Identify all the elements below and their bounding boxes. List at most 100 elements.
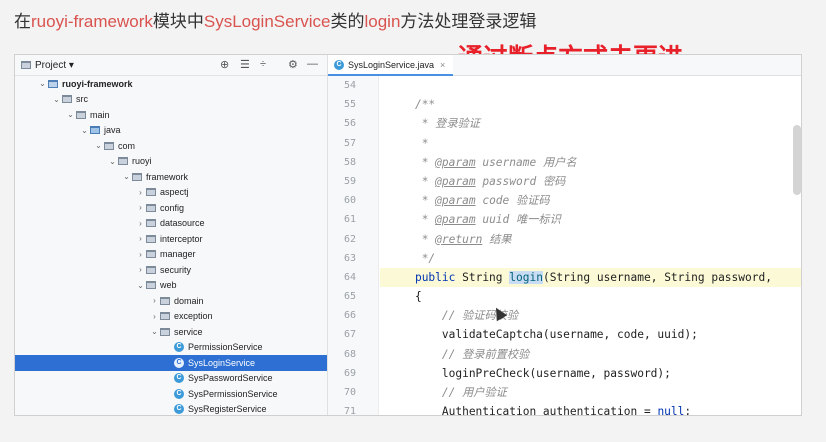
line-gutter[interactable]: 54 55 56 57 58 59 60 61 62 63 64 65 66 67 68 69 70 71 (328, 76, 379, 415)
tree-item-folder[interactable]: › aspectj (15, 185, 327, 201)
minimize-icon[interactable]: — (307, 58, 318, 70)
code-area[interactable]: /** * 登录验证 * * @param username 用户名 * @pa… (380, 76, 801, 415)
code-line[interactable]: public String login(String username, Str… (380, 267, 801, 288)
line-number[interactable]: 58 (328, 153, 378, 172)
tree-item-class[interactable]: C SysPasswordService (15, 371, 327, 387)
code-line[interactable] (380, 76, 801, 95)
chevron-right-icon[interactable]: › (135, 265, 146, 274)
tree-item-folder[interactable]: ⌄ service (15, 324, 327, 340)
tree-item-folder[interactable]: ⌄ main (15, 107, 327, 123)
tree-item-folder[interactable]: › security (15, 262, 327, 278)
chevron-down-icon[interactable]: ⌄ (37, 79, 48, 88)
line-number[interactable]: 69 (328, 364, 378, 383)
line-number[interactable]: 66 (328, 306, 378, 325)
code-line[interactable]: * @param code 验证码 (380, 191, 801, 210)
tree-item-folder[interactable]: › config (15, 200, 327, 216)
tree-item-folder[interactable]: › exception (15, 309, 327, 325)
java-class-icon: C (174, 373, 184, 384)
tree-item-label: exception (174, 311, 213, 322)
tree-item-folder[interactable]: ⌄ ruoyi-framework (15, 76, 327, 92)
chevron-down-icon[interactable]: ⌄ (135, 281, 146, 290)
code-line[interactable]: validateCaptcha(username, code, uuid); (380, 325, 801, 344)
line-number[interactable]: 56 (328, 114, 378, 133)
line-number[interactable]: 62 (328, 230, 378, 249)
tree-item-label: service (174, 326, 203, 337)
ide-window: Project ▾ ⊕ ☰ ÷ ⚙ — ⌄ ruoyi-framework ⌄ src… (14, 54, 802, 416)
code-line[interactable]: // 登录前置校验 (380, 345, 801, 364)
chevron-down-icon[interactable]: ⌄ (79, 126, 90, 135)
line-number[interactable]: 64 (328, 268, 378, 287)
java-class-icon: C (174, 388, 184, 399)
code-line[interactable]: loginPreCheck(username, password); (380, 364, 801, 383)
tree-item-label: SysPasswordService (188, 373, 273, 384)
tree-item-folder[interactable]: ⌄ web (15, 278, 327, 294)
chevron-down-icon[interactable]: ⌄ (51, 95, 62, 104)
code-line[interactable]: // 用户验证 (380, 383, 801, 402)
tree-item-class[interactable]: C SysPermissionService (15, 386, 327, 402)
line-number[interactable]: 59 (328, 172, 378, 191)
code-line[interactable]: Authentication authentication = null; (380, 402, 801, 415)
line-number[interactable]: 71 (328, 402, 378, 415)
line-number[interactable]: 70 (328, 383, 378, 402)
chevron-right-icon[interactable]: › (135, 203, 146, 212)
tree-item-folder[interactable]: ⌄ framework (15, 169, 327, 185)
tree-item-folder[interactable]: ⌄ com (15, 138, 327, 154)
chevron-right-icon[interactable]: › (149, 312, 160, 321)
tree-item-folder[interactable]: ⌄ ruoyi (15, 154, 327, 170)
chevron-right-icon[interactable]: › (149, 296, 160, 305)
tree-item-folder[interactable]: ⌄ java (15, 123, 327, 139)
code-line[interactable]: * @param password 密码 (380, 172, 801, 191)
tree-item-class[interactable]: C SysLoginService (15, 355, 327, 371)
chevron-down-icon[interactable]: ⌄ (93, 141, 104, 150)
java-class-icon: C (334, 59, 344, 70)
chevron-down-icon[interactable]: ⌄ (149, 327, 160, 336)
chevron-down-icon[interactable]: ⌄ (121, 172, 132, 181)
expand-all-icon[interactable]: ☰ (240, 58, 250, 71)
code-line[interactable]: { (380, 287, 801, 306)
chevron-right-icon[interactable]: › (135, 234, 146, 243)
code-line[interactable]: * @return 结果 (380, 230, 801, 249)
tree-item-class[interactable]: C SysRegisterService (15, 402, 327, 416)
project-folder-icon (21, 61, 31, 69)
line-number[interactable]: 63 (328, 249, 378, 268)
folder-icon (146, 250, 156, 259)
tree-item-folder[interactable]: ⌄ src (15, 92, 327, 108)
folder-icon (62, 95, 72, 104)
chevron-right-icon[interactable]: › (135, 219, 146, 228)
line-number[interactable]: 67 (328, 325, 378, 344)
line-number[interactable]: 68 (328, 345, 378, 364)
code-line[interactable]: */ (380, 249, 801, 268)
tab-sysloginservice[interactable]: C SysLoginService.java × (328, 55, 454, 76)
collapse-all-icon[interactable]: ÷ (260, 58, 266, 70)
locate-icon[interactable]: ⊕ (220, 58, 229, 71)
folder-icon (90, 126, 100, 135)
folder-icon (160, 296, 170, 305)
vertical-scrollbar[interactable] (793, 125, 801, 195)
chevron-down-icon[interactable]: ⌄ (65, 110, 76, 119)
chevron-right-icon[interactable]: › (135, 188, 146, 197)
caption-text-3: 类的 (330, 12, 365, 31)
tree-item-folder[interactable]: › interceptor (15, 231, 327, 247)
code-line[interactable]: * @param uuid 唯一标识 (380, 210, 801, 229)
chevron-down-icon[interactable]: ⌄ (107, 157, 118, 166)
line-number[interactable]: 54 (328, 76, 378, 95)
tree-item-folder[interactable]: › manager (15, 247, 327, 263)
project-panel: Project ▾ ⊕ ☰ ÷ ⚙ — ⌄ ruoyi-framework ⌄ src… (15, 55, 328, 415)
project-dropdown[interactable]: Project ▾ (35, 60, 74, 71)
code-line[interactable]: // 验证码校验 (380, 306, 801, 325)
tree-item-class[interactable]: C PermissionService (15, 340, 327, 356)
code-line[interactable]: * 登录验证 (380, 114, 801, 133)
chevron-right-icon[interactable]: › (135, 250, 146, 259)
tree-item-folder[interactable]: › datasource (15, 216, 327, 232)
line-number[interactable]: 60 (328, 191, 378, 210)
line-number[interactable]: 57 (328, 134, 378, 153)
code-line[interactable]: * @param username 用户名 (380, 153, 801, 172)
tab-close-icon[interactable]: × (440, 60, 445, 70)
line-number[interactable]: 61 (328, 210, 378, 229)
line-number[interactable]: 55 (328, 95, 378, 114)
code-line[interactable]: /** (380, 95, 801, 114)
line-number[interactable]: 65 (328, 287, 378, 306)
gear-icon[interactable]: ⚙ (288, 58, 298, 71)
code-line[interactable]: * (380, 134, 801, 153)
tree-item-folder[interactable]: › domain (15, 293, 327, 309)
